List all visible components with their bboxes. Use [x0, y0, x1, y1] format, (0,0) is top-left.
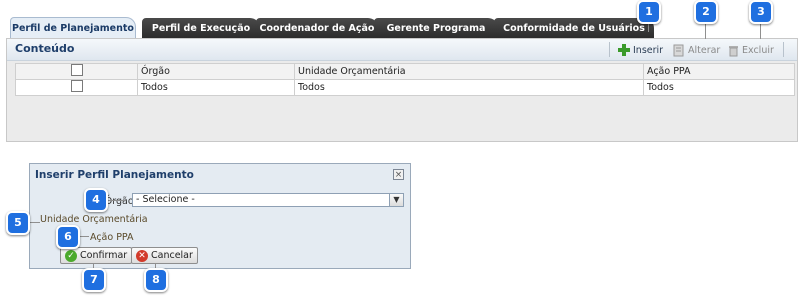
cancel-button[interactable]: ✕ Cancelar: [131, 247, 198, 264]
column-header-acao[interactable]: Ação PPA: [643, 63, 795, 80]
callout-marker-1: 1: [637, 0, 661, 24]
confirm-button[interactable]: ✓ Confirmar: [60, 247, 133, 264]
acao-ppa-label: Ação PPA: [90, 232, 134, 243]
confirm-label: Confirmar: [80, 250, 128, 261]
cell-acao: Todos: [643, 79, 795, 96]
cancel-label: Cancelar: [151, 250, 193, 261]
plus-icon: [618, 44, 630, 56]
edit-icon: [673, 44, 684, 56]
insert-button[interactable]: Inserir: [617, 42, 663, 58]
cell-orgao: Todos: [137, 79, 295, 96]
delete-label: Excluir: [742, 44, 774, 56]
tab-coordenador-acao[interactable]: Coordenador de Ação: [256, 18, 378, 38]
tab-perfil-planejamento[interactable]: Perfil de Planejamento: [10, 17, 136, 39]
callout-marker-3: 3: [749, 0, 773, 24]
column-header-orgao[interactable]: Órgão: [137, 63, 295, 80]
orgao-label-text: Órgão: [104, 196, 134, 207]
tab-perfil-execucao[interactable]: Perfil de Execução: [142, 18, 260, 38]
tab-gerente-programa[interactable]: Gerente Programa: [374, 18, 498, 38]
profile-tabs-panel: Perfil de Planejamento Perfil de Execuçã…: [6, 12, 798, 142]
trash-icon: [729, 45, 738, 56]
callout-marker-2: 2: [694, 0, 718, 24]
cell-unidade: Todos: [294, 79, 644, 96]
check-icon: ✓: [65, 249, 77, 262]
profiles-table: Órgão Unidade Orçamentária Ação PPA Todo…: [15, 63, 795, 96]
column-header-unidade[interactable]: Unidade Orçamentária: [294, 63, 644, 80]
callout-marker-6: 6: [56, 225, 80, 249]
delete-button[interactable]: Excluir: [727, 42, 774, 58]
toolbar-separator: [609, 42, 610, 57]
toolbar-separator: [783, 42, 784, 57]
alter-label: Alterar: [688, 44, 721, 56]
table-header-row: Órgão Unidade Orçamentária Ação PPA: [15, 63, 795, 80]
close-icon[interactable]: ×: [393, 169, 404, 180]
row-checkbox[interactable]: [70, 80, 83, 92]
select-all-cell: [15, 63, 138, 80]
tab-bar: Perfil de Planejamento Perfil de Execuçã…: [6, 12, 798, 39]
row-select-cell: [15, 79, 138, 96]
tab-conformidade-usuarios[interactable]: Conformidade de Usuários: [494, 18, 654, 38]
unidade-orcamentaria-label: Unidade Orçamentária: [40, 214, 148, 225]
x-icon: ✕: [136, 249, 148, 262]
callout-marker-7: 7: [82, 268, 106, 292]
chevron-down-icon[interactable]: ▼: [389, 194, 403, 206]
panel-title: Conteúdo: [15, 42, 75, 55]
callout-marker-8: 8: [144, 268, 168, 292]
table-row[interactable]: Todos Todos Todos: [15, 79, 795, 96]
insert-label: Inserir: [633, 44, 664, 56]
select-all-checkbox[interactable]: [70, 64, 83, 76]
alter-button[interactable]: Alterar: [673, 42, 720, 58]
dialog-title: Inserir Perfil Planejamento: [35, 169, 194, 181]
insert-profile-dialog: Inserir Perfil Planejamento × * Órgão - …: [29, 163, 411, 269]
orgao-select[interactable]: - Selecione - ▼: [132, 193, 404, 207]
marker-4-leader: [105, 200, 125, 201]
content-panel: Conteúdo Inserir Alterar Excluir Órgão U…: [6, 38, 798, 142]
callout-marker-5: 5: [6, 211, 30, 235]
callout-marker-4: 4: [84, 188, 108, 212]
orgao-select-value: - Selecione -: [136, 194, 195, 205]
panel-header: Conteúdo Inserir Alterar Excluir: [7, 39, 797, 61]
